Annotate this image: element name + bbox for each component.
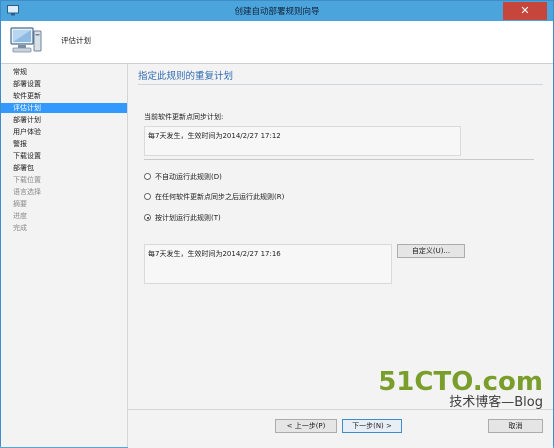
option-label: 不自动运行此规则(D): [155, 173, 222, 181]
cancel-button[interactable]: 取消: [488, 419, 543, 433]
section-heading: 指定此规则的重复计划: [138, 71, 234, 82]
next-button[interactable]: 下一步(N) >: [342, 419, 402, 433]
current-schedule-value: 每7天发生，生效时间为2014/2/27 17:12: [148, 132, 281, 140]
sidebar-item-deployment-settings[interactable]: 部署设置: [1, 79, 127, 89]
watermark: 51CTO.com 技术博客—Blog: [378, 369, 543, 410]
current-schedule-label: 当前软件更新点同步计划:: [144, 113, 224, 121]
window-title: 创建自动部署规则向导: [234, 7, 320, 17]
sidebar-item-software-updates[interactable]: 软件更新: [1, 91, 127, 101]
radio-button[interactable]: [144, 193, 151, 200]
sidebar-item-user-experience[interactable]: 用户体验: [1, 127, 127, 137]
main-panel: 指定此规则的重复计划 当前软件更新点同步计划: 每7天发生，生效时间为2014/…: [128, 64, 553, 409]
radio-button-selected[interactable]: [144, 214, 151, 221]
sidebar-item-download-location: 下载位置: [13, 176, 41, 184]
sidebar-item-download-settings[interactable]: 下载设置: [1, 151, 127, 161]
options-divider: [144, 159, 534, 160]
title-bar[interactable]: 创建自动部署规则向导 ✕: [1, 1, 553, 21]
current-schedule-field: 每7天发生，生效时间为2014/2/27 17:12: [144, 126, 461, 156]
sidebar-item-alerts[interactable]: 警报: [1, 139, 127, 149]
customize-button[interactable]: 自定义(U)...: [397, 244, 465, 258]
wizard-header: 评估计划: [1, 21, 553, 64]
option-label: 在任何软件更新点同步之后运行此规则(R): [155, 193, 285, 201]
page-title: 评估计划: [61, 36, 91, 45]
schedule-field: 每7天发生，生效时间为2014/2/27 17:16: [144, 244, 392, 284]
close-button[interactable]: ✕: [503, 2, 547, 20]
radio-button[interactable]: [144, 173, 151, 180]
wizard-nav: 常规 部署设置 软件更新 评估计划 部署计划 用户体验 警报 下载设置 部署包 …: [1, 64, 128, 447]
wizard-window: 创建自动部署规则向导 ✕ 评估计划 常规 部署设置 软件更新 评估计划 部署计划…: [0, 0, 554, 448]
previous-button[interactable]: < 上一步(P): [275, 419, 337, 433]
schedule-value: 每7天发生，生效时间为2014/2/27 17:16: [148, 250, 281, 258]
watermark-subtitle: 技术博客—Blog: [449, 395, 543, 410]
wizard-footer: < 上一步(P) 下一步(N) > 取消: [128, 409, 553, 448]
sidebar-item-general[interactable]: 常规: [1, 67, 127, 77]
watermark-logo: 51CTO.com: [378, 367, 543, 397]
sidebar-item-completion: 完成: [13, 224, 27, 232]
heading-divider: [138, 84, 543, 85]
option-label: 按计划运行此规则(T): [155, 214, 221, 222]
sidebar-item-language-selection: 语言选择: [13, 188, 41, 196]
sidebar-item-deployment-schedule[interactable]: 部署计划: [1, 115, 127, 125]
sidebar-item-progress: 进度: [13, 212, 27, 220]
sidebar-item-evaluation-schedule[interactable]: 评估计划: [1, 103, 127, 113]
sidebar-item-summary: 摘要: [13, 200, 27, 208]
sidebar-item-deployment-package[interactable]: 部署包: [1, 163, 127, 173]
computer-wizard-icon: [10, 27, 42, 53]
